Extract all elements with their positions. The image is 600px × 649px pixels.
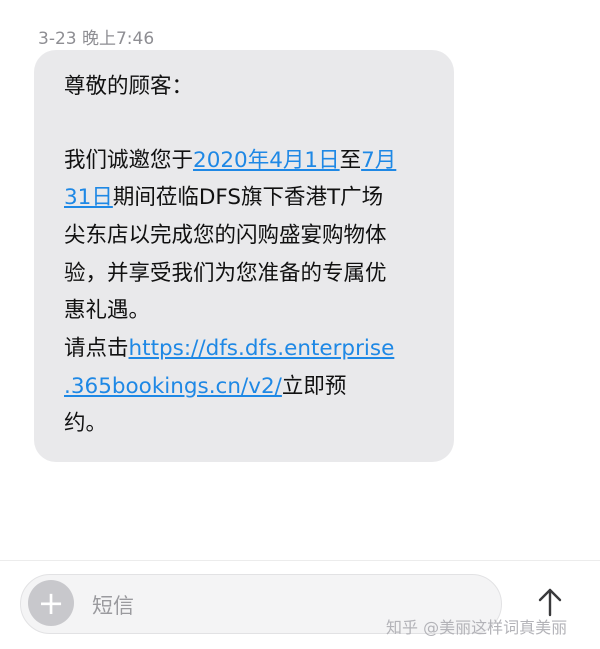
- composer-divider: [0, 560, 600, 561]
- arrow-up-icon[interactable]: [532, 584, 568, 620]
- message-line-7: .365bookings.cn/v2/立即预: [64, 372, 346, 402]
- message-line-2: 31日期间莅临DFS旗下香港T广场: [64, 183, 383, 213]
- date-link-end[interactable]: 7月: [361, 148, 396, 173]
- message-line-1: 我们诚邀您于2020年4月1日至7月: [64, 146, 396, 176]
- message-text: 立即预: [281, 374, 347, 399]
- plus-icon[interactable]: +: [28, 580, 74, 626]
- message-line-6: 请点击https://dfs.dfs.enterprise: [64, 334, 394, 364]
- message-text: 请点击: [64, 336, 129, 361]
- message-line-5: 惠礼遇。: [64, 298, 151, 323]
- booking-url-link[interactable]: https://dfs.dfs.enterprise: [129, 336, 395, 361]
- message-text: 至: [339, 148, 362, 173]
- date-link-end-cont[interactable]: 31日: [64, 185, 113, 210]
- sms-conversation-screen: 3-23 晚上7:46 尊敬的顾客： 我们诚邀您于2020年4月1日至7月 31…: [0, 0, 600, 649]
- message-line-3: 尖东店以完成您的闪购盛宴购物体: [64, 223, 387, 248]
- date-link-start[interactable]: 2020年4月1日: [193, 148, 340, 173]
- message-greeting: 尊敬的顾客：: [64, 74, 194, 99]
- message-text: 期间莅临DFS旗下香港T广场: [112, 185, 384, 210]
- message-timestamp: 3-23 晚上7:46: [38, 29, 155, 49]
- message-input[interactable]: 短信: [92, 590, 134, 620]
- message-text: 我们诚邀您于: [64, 148, 194, 173]
- message-line-4: 验，并享受我们为您准备的专属优: [64, 261, 387, 286]
- message-line-8: 约。: [64, 411, 108, 436]
- booking-url-link-cont[interactable]: .365bookings.cn/v2/: [64, 374, 282, 399]
